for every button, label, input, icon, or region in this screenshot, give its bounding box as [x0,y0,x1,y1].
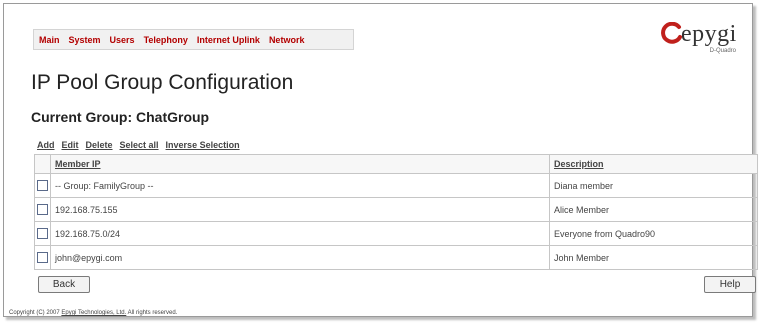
description-cell: Diana member [549,173,758,198]
epygi-logo-icon [661,22,682,44]
select-all-link[interactable]: Select all [120,140,159,150]
copyright-footer: Copyright (C) 2007 Epygi Technologies, L… [9,310,177,316]
logo-wordmark: epygi [681,21,737,47]
table-row: -- Group: FamilyGroup -- Diana member [34,173,758,198]
top-navigation: Main System Users Telephony Internet Upl… [33,29,354,50]
description-cell: John Member [549,245,758,270]
header-member-ip[interactable]: Member IP [50,154,550,174]
current-group-title: Current Group: ChatGroup [31,109,210,125]
copyright-prefix: Copyright (C) 2007 [9,310,60,316]
nav-item-internet-uplink[interactable]: Internet Uplink [197,35,260,45]
action-bar: Add Edit Delete Select all Inverse Selec… [37,140,240,150]
nav-item-network[interactable]: Network [269,35,305,45]
nav-item-main[interactable]: Main [39,35,60,45]
header-description[interactable]: Description [549,154,758,174]
content-frame: Main System Users Telephony Internet Upl… [3,3,758,317]
row-checkbox[interactable] [37,228,48,240]
nav-item-system[interactable]: System [69,35,101,45]
table-row: john@epygi.com John Member [34,245,758,270]
delete-link[interactable]: Delete [86,140,113,150]
logo-subtitle: D-Quadro [709,48,736,54]
table-row: 192.168.75.155 Alice Member [34,197,758,222]
page-title: IP Pool Group Configuration [31,71,294,94]
help-button[interactable]: Help [704,276,756,293]
member-ip-cell: john@epygi.com [50,245,550,270]
row-checkbox[interactable] [37,204,48,216]
description-cell: Everyone from Quadro90 [549,221,758,246]
row-checkbox[interactable] [37,180,48,192]
header-checkbox-cell [34,154,51,174]
member-ip-cell: 192.168.75.155 [50,197,550,222]
table-header-row: Member IP Description [34,154,758,174]
table-row: 192.168.75.0/24 Everyone from Quadro90 [34,221,758,246]
epygi-logo: epygi D-Quadro [658,16,738,58]
nav-item-telephony[interactable]: Telephony [144,35,188,45]
copyright-suffix: All rights reserved. [127,310,178,316]
row-checkbox[interactable] [37,252,48,264]
member-ip-cell: -- Group: FamilyGroup -- [50,173,550,198]
company-link[interactable]: Epygi Technologies, Ltd. [61,310,126,316]
member-ip-cell: 192.168.75.0/24 [50,221,550,246]
back-button[interactable]: Back [38,276,90,293]
member-table: Member IP Description -- Group: FamilyGr… [34,154,758,270]
nav-item-users[interactable]: Users [110,35,135,45]
add-link[interactable]: Add [37,140,55,150]
edit-link[interactable]: Edit [62,140,79,150]
description-cell: Alice Member [549,197,758,222]
inverse-selection-link[interactable]: Inverse Selection [166,140,240,150]
